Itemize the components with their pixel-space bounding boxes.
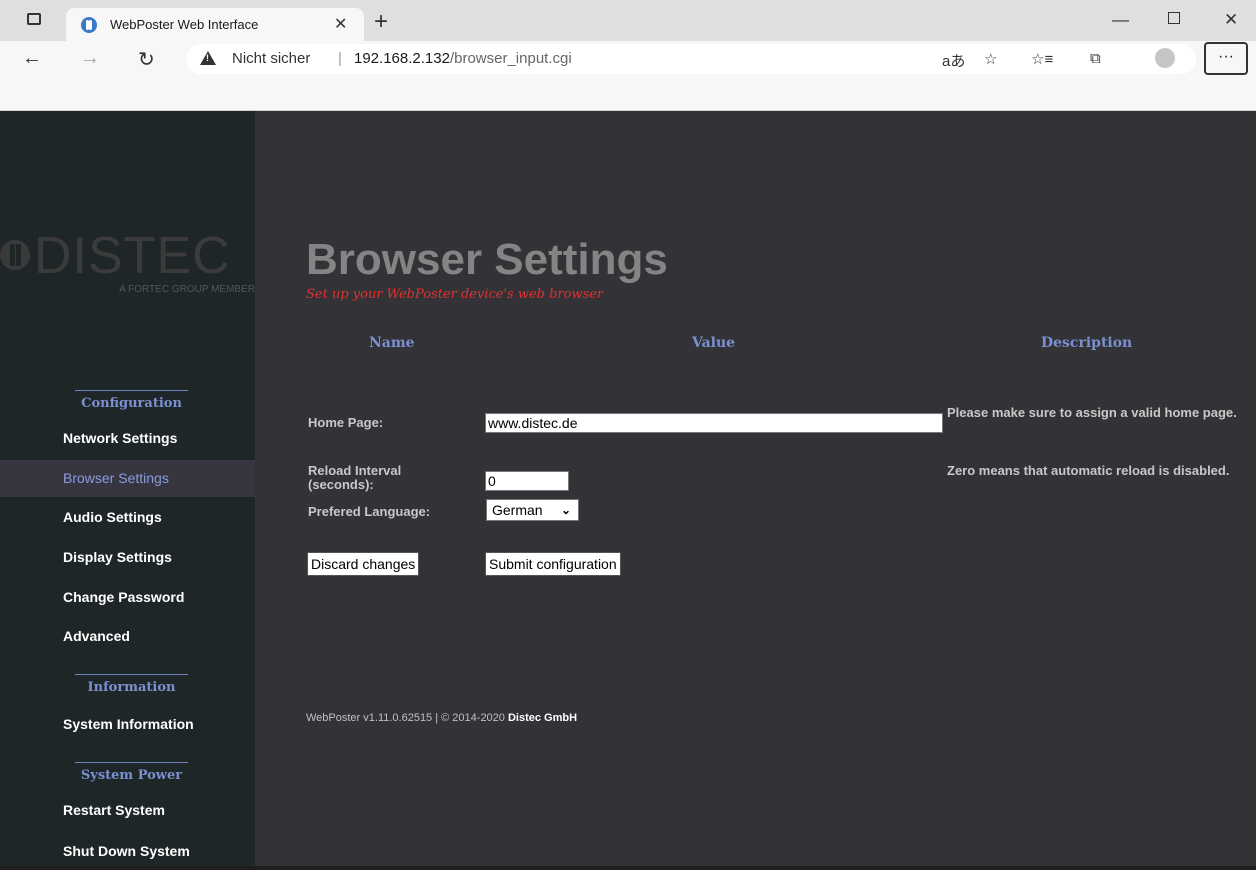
- security-label[interactable]: Nicht sicher: [232, 50, 310, 67]
- more-menu-button[interactable]: ···: [1204, 42, 1248, 75]
- collections-icon[interactable]: ⧉: [1090, 50, 1101, 67]
- back-icon[interactable]: ←: [22, 47, 42, 70]
- workspaces-icon[interactable]: [27, 13, 41, 25]
- column-header-description: Description: [1041, 335, 1133, 351]
- favicon-icon: [81, 17, 97, 33]
- sidebar-item-network-settings[interactable]: Network Settings: [0, 420, 255, 457]
- tab-title: WebPoster Web Interface: [110, 17, 259, 32]
- sidebar: DISTEC A FORTEC GROUP MEMBER Configurati…: [0, 111, 255, 866]
- favorites-icon[interactable]: ☆≡: [1031, 50, 1053, 68]
- tab-strip: WebPoster Web Interface ✕ + — ✕: [0, 0, 1256, 41]
- reload-interval-description: Zero means that automatic reload is disa…: [947, 463, 1230, 478]
- page-viewport: DISTEC A FORTEC GROUP MEMBER Configurati…: [0, 111, 1256, 866]
- add-favorite-icon[interactable]: ☆: [984, 50, 997, 68]
- column-header-value: Value: [692, 335, 736, 351]
- sidebar-item-display-settings[interactable]: Display Settings: [0, 539, 255, 576]
- discard-changes-button[interactable]: Discard changes: [307, 552, 420, 576]
- new-tab-icon[interactable]: +: [374, 10, 388, 34]
- sidebar-item-change-password[interactable]: Change Password: [0, 579, 255, 616]
- language-label: Prefered Language:: [308, 504, 431, 519]
- sidebar-item-restart-system[interactable]: Restart System: [0, 792, 255, 829]
- chevron-down-icon: ⌄: [560, 503, 571, 517]
- page-title: Browser Settings: [306, 235, 668, 284]
- home-page-input[interactable]: [485, 413, 943, 433]
- url-host: 192.168.2.132: [354, 50, 450, 67]
- home-page-label: Home Page:: [308, 415, 384, 430]
- column-header-name: Name: [369, 335, 415, 351]
- profile-avatar[interactable]: [1155, 48, 1175, 68]
- section-configuration: Configuration: [75, 390, 188, 411]
- close-window-icon[interactable]: ✕: [1224, 10, 1238, 30]
- footer-company: Distec GmbH: [507, 712, 578, 724]
- browser-toolbar: ← → ↻ Nicht sicher | 192.168.2.132/brows…: [0, 41, 1256, 111]
- url-path: /browser_input.cgi: [449, 50, 572, 67]
- sidebar-item-advanced[interactable]: Advanced: [0, 618, 255, 655]
- reload-icon[interactable]: ↻: [138, 47, 155, 72]
- reload-interval-input[interactable]: [485, 471, 569, 491]
- forward-icon[interactable]: →: [80, 47, 100, 70]
- close-tab-icon[interactable]: ✕: [334, 14, 347, 34]
- section-information: Information: [75, 674, 188, 695]
- minimize-icon[interactable]: —: [1112, 10, 1129, 30]
- sidebar-item-browser-settings[interactable]: Browser Settings: [0, 460, 255, 497]
- maximize-icon[interactable]: [1168, 12, 1180, 24]
- footer-version: WebPoster v1.11.0.62515 | © 2014-2020: [306, 712, 508, 724]
- reload-interval-label: Reload Interval (seconds):: [308, 464, 401, 492]
- language-select[interactable]: German ⌄: [486, 499, 579, 521]
- page-subtitle: Set up your WebPoster device's web brows…: [306, 287, 604, 302]
- warning-icon[interactable]: [200, 51, 216, 65]
- reload-interval-label-line2: (seconds):: [308, 477, 374, 492]
- section-system-power: System Power: [75, 762, 188, 783]
- browser-tab[interactable]: WebPoster Web Interface ✕: [66, 8, 364, 41]
- footer: WebPoster v1.11.0.62515 | © 2014-2020 Di…: [306, 712, 577, 724]
- distec-logo-icon: [0, 240, 30, 270]
- distec-logo: DISTEC A FORTEC GROUP MEMBER: [0, 230, 255, 310]
- sidebar-item-system-information[interactable]: System Information: [0, 706, 255, 743]
- home-page-description: Please make sure to assign a valid home …: [947, 405, 1237, 420]
- address-separator: |: [338, 50, 342, 67]
- read-aloud-icon[interactable]: aあ: [942, 50, 965, 71]
- reload-interval-label-line1: Reload Interval: [308, 463, 402, 478]
- sidebar-item-shut-down-system[interactable]: Shut Down System: [0, 833, 255, 870]
- sidebar-item-audio-settings[interactable]: Audio Settings: [0, 499, 255, 536]
- submit-configuration-button[interactable]: Submit configuration: [485, 552, 621, 576]
- logo-wordmark: DISTEC: [34, 227, 231, 285]
- language-selected-value: German: [492, 502, 543, 518]
- url-text[interactable]: 192.168.2.132/browser_input.cgi: [354, 50, 572, 67]
- logo-tagline: A FORTEC GROUP MEMBER: [119, 284, 255, 295]
